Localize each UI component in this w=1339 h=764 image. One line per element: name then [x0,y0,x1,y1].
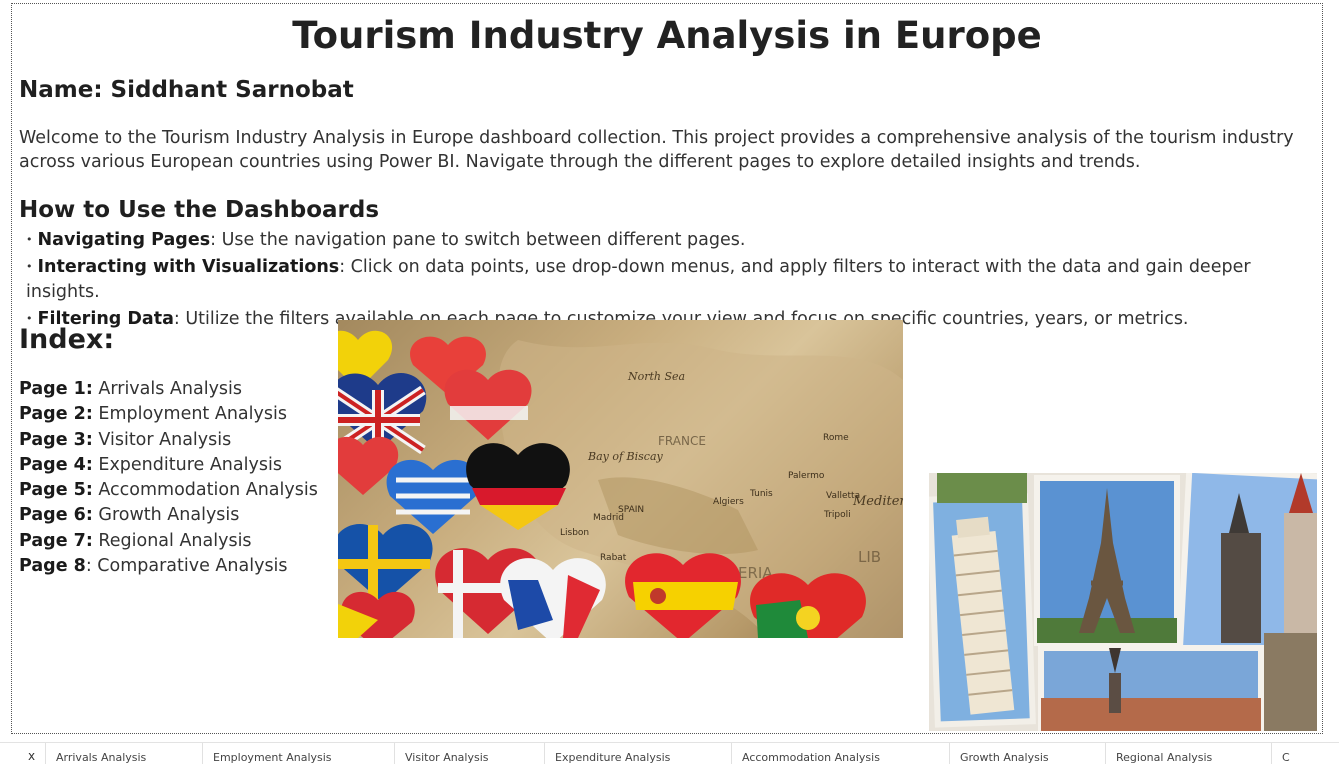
map-label: Bay of Biscay [587,450,664,463]
map-label: Tunis [749,489,773,499]
index-page-number: Page 5: [19,480,93,501]
page-tabs-bar: x Arrivals Analysis Employment Analysis … [0,742,1339,764]
index-page-label: Employment Analysis [92,404,287,425]
tab-label: Employment Analysis [213,751,332,764]
close-icon[interactable]: x [28,749,35,763]
tab-label: Accommodation Analysis [742,751,880,764]
index-item: Page 8: Comparative Analysis [19,554,318,579]
index-item: Page 3: Visitor Analysis [19,428,318,453]
howto-item-navigating: Navigating Pages: Use the navigation pan… [26,227,1322,254]
howto-text: : Use the navigation pane to switch betw… [210,230,746,250]
index-page-number: Page 3: [19,429,93,450]
index-page-number: Page 1: [19,379,93,399]
index-item: Page 7: Regional Analysis [19,529,318,554]
howto-heading: How to Use the Dashboards [19,197,380,223]
map-label: Rabat [600,553,627,563]
index-page-label: Regional Analysis [92,530,252,551]
intro-paragraph: Welcome to the Tourism Industry Analysis… [19,128,1294,172]
map-label: Rome [823,433,849,443]
index-item: Page 6: Growth Analysis [19,503,318,528]
index-item: Page 4: Expenditure Analysis [19,453,318,478]
tab-label: C [1282,751,1290,764]
howto-item-interacting: Interacting with Visualizations: Click o… [26,254,1322,306]
tab-label: Regional Analysis [1116,751,1213,764]
collage-illustration [929,473,1317,731]
map-label: Lisbon [560,528,589,538]
map-label: North Sea [627,370,685,383]
index-page-number: Page 6: [19,505,93,526]
tab-label: Arrivals Analysis [56,751,147,764]
author-name: Name: Siddhant Sarnobat [19,77,354,103]
index-item: Page 5: Accommodation Analysis [19,478,318,503]
tab-regional-analysis[interactable]: Regional Analysis [1105,743,1271,764]
index-list: Page 1: Arrivals Analysis Page 2: Employ… [19,377,318,579]
map-label: Madrid [593,513,624,523]
index-item: Page 2: Employment Analysis [19,402,318,427]
map-label: Palermo [788,471,825,481]
index-page-label: Visitor Analysis [92,429,232,450]
map-label: FRANCE [658,434,706,448]
europe-map-hearts-image: North Sea Bay of Biscay Mediter SPAIN Li… [338,320,903,638]
howto-term: Interacting with Visualizations [37,256,340,277]
tab-employment-analysis[interactable]: Employment Analysis [202,743,394,764]
page-title: Tourism Industry Analysis in Europe [292,14,1042,57]
howto-term: Navigating Pages [37,230,211,250]
map-label: LIB [858,548,881,566]
landmarks-collage-image [929,473,1317,731]
index-page-number: Page 7: [19,530,93,551]
tab-comparative-analysis[interactable]: C [1271,743,1339,764]
tab-accommodation-analysis[interactable]: Accommodation Analysis [731,743,949,764]
tab-label: Visitor Analysis [405,751,489,764]
index-page-number: Page 4: [19,454,93,475]
tab-visitor-analysis[interactable]: Visitor Analysis [394,743,544,764]
index-page-label: Expenditure Analysis [92,454,282,475]
index-page-label: Growth Analysis [92,505,240,526]
index-page-number: Page 8 [19,556,86,577]
index-item: Page 1: Arrivals Analysis [19,377,318,402]
howto-list: Navigating Pages: Use the navigation pan… [26,227,1322,332]
map-label: Tripoli [823,510,851,520]
index-page-label: Accommodation Analysis [92,480,318,501]
index-page-label: Arrivals Analysis [92,379,243,399]
tab-label: Growth Analysis [960,751,1049,764]
map-label: Valletta [826,491,860,501]
tab-arrivals-analysis[interactable]: Arrivals Analysis [45,743,202,764]
index-heading: Index: [19,324,115,355]
index-page-number: Page 2: [19,404,93,425]
tab-expenditure-analysis[interactable]: Expenditure Analysis [544,743,731,764]
index-page-label: : Comparative Analysis [85,556,288,577]
report-canvas: Tourism Industry Analysis in Europe Name… [11,3,1323,734]
map-illustration: North Sea Bay of Biscay Mediter SPAIN Li… [338,330,903,638]
tab-label: Expenditure Analysis [555,751,671,764]
map-label: Algiers [713,497,744,507]
tab-growth-analysis[interactable]: Growth Analysis [949,743,1105,764]
